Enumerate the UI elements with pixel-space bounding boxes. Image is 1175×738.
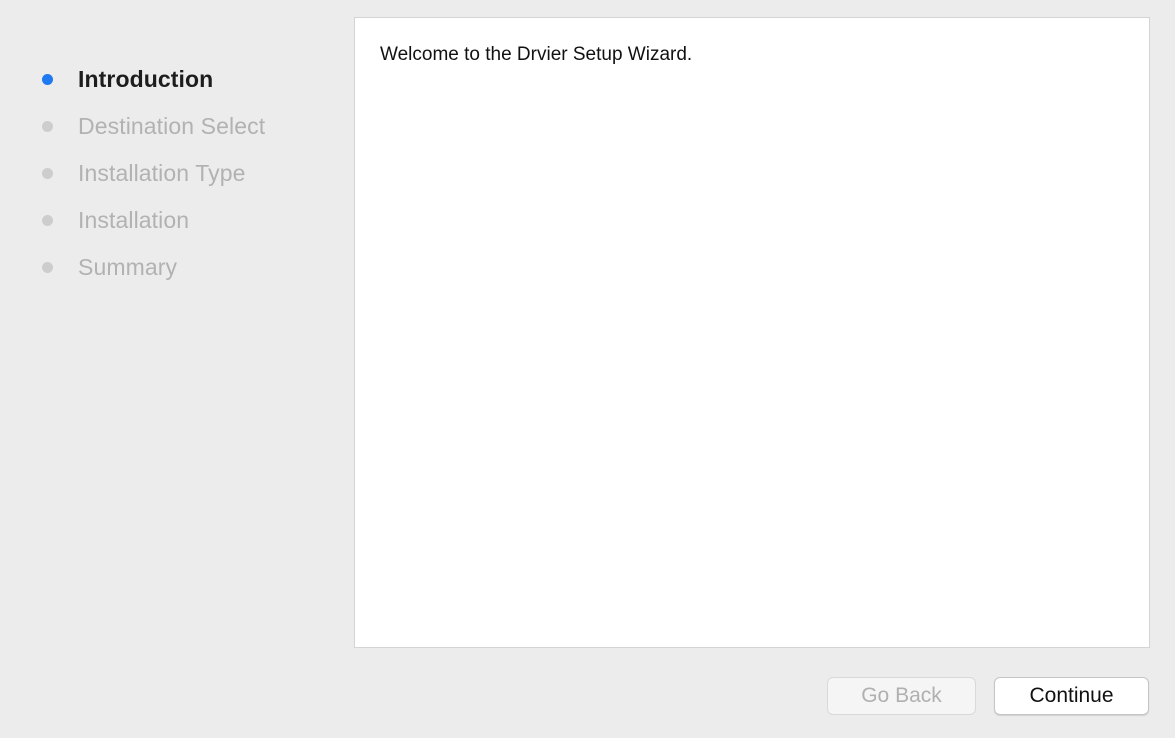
continue-button[interactable]: Continue <box>994 677 1149 715</box>
step-label: Summary <box>78 254 178 280</box>
step-label: Installation <box>78 207 190 233</box>
pending-step-dot-icon <box>42 262 53 273</box>
welcome-text: Welcome to the Drvier Setup Wizard. <box>380 44 693 65</box>
step-label: Destination Select <box>78 113 266 139</box>
go-back-button[interactable]: Go Back <box>827 677 976 715</box>
pending-step-dot-icon <box>42 168 53 179</box>
step-installation-type: Installation Type <box>42 150 332 197</box>
step-label: Introduction <box>78 66 214 92</box>
installer-window: Introduction Destination Select Installa… <box>0 0 1175 738</box>
active-step-dot-icon <box>42 74 53 85</box>
step-summary: Summary <box>42 244 332 291</box>
content-pane: Welcome to the Drvier Setup Wizard. <box>354 17 1150 648</box>
installer-steps-sidebar: Introduction Destination Select Installa… <box>42 56 332 291</box>
step-label: Installation Type <box>78 160 246 186</box>
step-destination-select: Destination Select <box>42 103 332 150</box>
pending-step-dot-icon <box>42 215 53 226</box>
pending-step-dot-icon <box>42 121 53 132</box>
step-installation: Installation <box>42 197 332 244</box>
step-introduction: Introduction <box>42 56 332 103</box>
